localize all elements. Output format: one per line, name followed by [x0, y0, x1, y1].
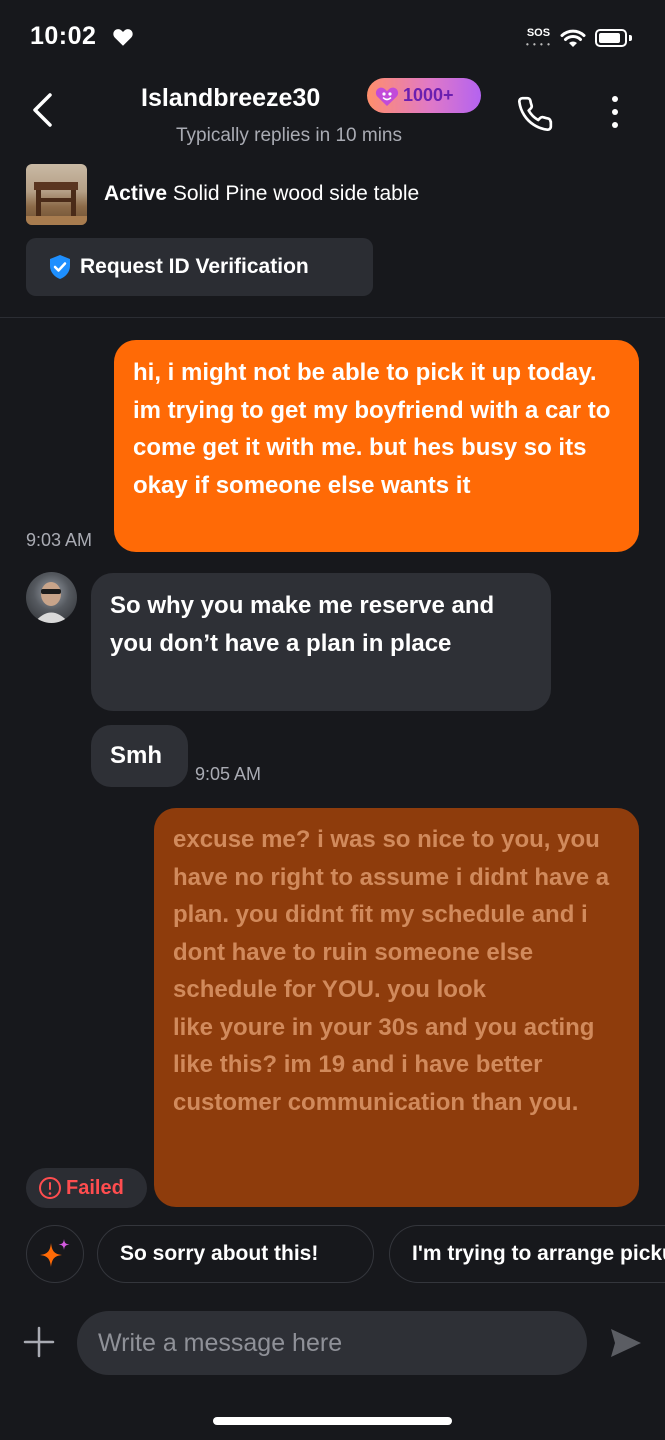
- seller-badge[interactable]: 1000+: [367, 78, 481, 113]
- battery-tip: [629, 35, 632, 41]
- listing-title: Solid Pine wood side table: [172, 182, 420, 205]
- verify-label: Request ID Verification: [80, 255, 309, 278]
- sos-indicator: SOS • • • •: [526, 28, 551, 50]
- shield-check-icon: [50, 255, 70, 279]
- heart-face-icon: [375, 87, 399, 106]
- table-image: [26, 182, 87, 225]
- avatar-image: [34, 582, 69, 623]
- message-bubble-failed[interactable]: excuse me? i was so nice to you, you hav…: [154, 808, 639, 1207]
- message-timestamp: 9:05 AM: [195, 764, 262, 784]
- sparkle-icon: [40, 1239, 70, 1267]
- wifi-icon: [560, 29, 586, 47]
- plus-icon[interactable]: [22, 1325, 56, 1359]
- alert-circle-icon: [39, 1177, 61, 1199]
- failed-message-text: excuse me? i was so nice to you, you hav…: [173, 826, 610, 1116]
- heart-icon: [113, 29, 133, 46]
- conversation-username[interactable]: Islandbreeze30: [141, 84, 320, 113]
- badge-count: 1000+: [403, 85, 454, 105]
- status-time: 10:02: [30, 22, 97, 50]
- failed-status-button[interactable]: Failed: [26, 1168, 147, 1208]
- message-bubble-sent[interactable]: hi, i might not be able to pick it up to…: [114, 340, 639, 552]
- message-timestamp: 9:03 AM: [26, 530, 93, 550]
- back-chevron-icon[interactable]: [30, 92, 54, 128]
- more-options-icon[interactable]: [610, 96, 620, 135]
- phone-icon[interactable]: [516, 95, 554, 133]
- reply-time: Typically replies in 10 mins: [176, 125, 402, 146]
- sos-label: SOS: [526, 27, 551, 39]
- sos-dots: • • • •: [526, 40, 551, 49]
- battery-icon: [595, 29, 627, 47]
- quick-reply-chip[interactable]: I'm trying to arrange pickup: [389, 1225, 665, 1283]
- listing-info[interactable]: Active Solid Pine wood side table: [104, 182, 419, 206]
- message-bubble-received[interactable]: Smh: [91, 725, 188, 787]
- listing-thumbnail[interactable]: [26, 164, 87, 225]
- listing-status: Active: [104, 182, 168, 205]
- home-indicator[interactable]: [213, 1417, 452, 1425]
- send-icon[interactable]: [608, 1325, 644, 1361]
- header-divider: [0, 317, 665, 318]
- request-id-verification-button[interactable]: Request ID Verification: [26, 238, 373, 296]
- avatar[interactable]: [26, 572, 77, 623]
- message-bubble-received[interactable]: So why you make me reserve and you don’t…: [91, 573, 551, 711]
- failed-label: Failed: [66, 1176, 124, 1199]
- message-input[interactable]: [77, 1311, 587, 1375]
- ai-suggestions-button[interactable]: [26, 1225, 84, 1283]
- quick-reply-chip[interactable]: So sorry about this!: [97, 1225, 374, 1283]
